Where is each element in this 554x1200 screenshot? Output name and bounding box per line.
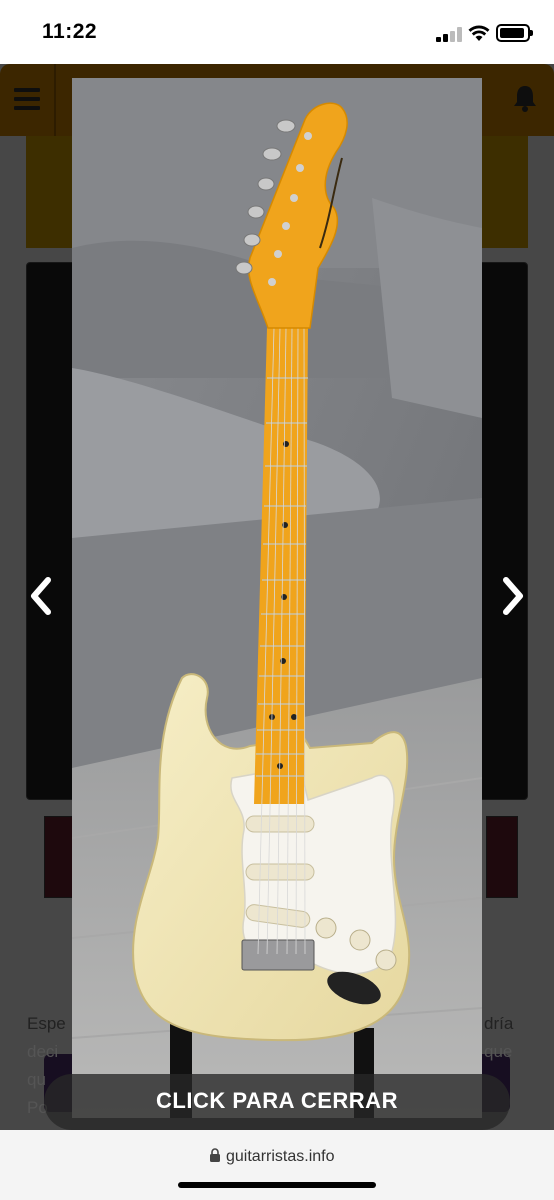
lock-icon — [210, 1148, 220, 1162]
screen: 11:22 Espe dría deci que qu Po CLICK PAR… — [0, 0, 554, 1200]
browser-url-bar[interactable]: guitarristas.info — [0, 1130, 554, 1200]
chevron-left-icon[interactable] — [26, 576, 56, 616]
text-fragment: que — [484, 1042, 513, 1061]
guitar-photo-illustration — [72, 78, 482, 1118]
text-fragment: deci — [27, 1042, 59, 1061]
lightbox-photo[interactable] — [72, 78, 482, 1118]
url-text[interactable]: guitarristas.info — [226, 1148, 335, 1166]
chevron-right-icon[interactable] — [498, 576, 528, 616]
text-fragment: dría — [484, 1014, 514, 1033]
close-lightbox-label[interactable]: CLICK PARA CERRAR — [0, 1088, 554, 1114]
text-fragment: Espe — [27, 1014, 66, 1033]
home-indicator — [178, 1182, 376, 1188]
text-fragment: qu — [27, 1070, 46, 1089]
